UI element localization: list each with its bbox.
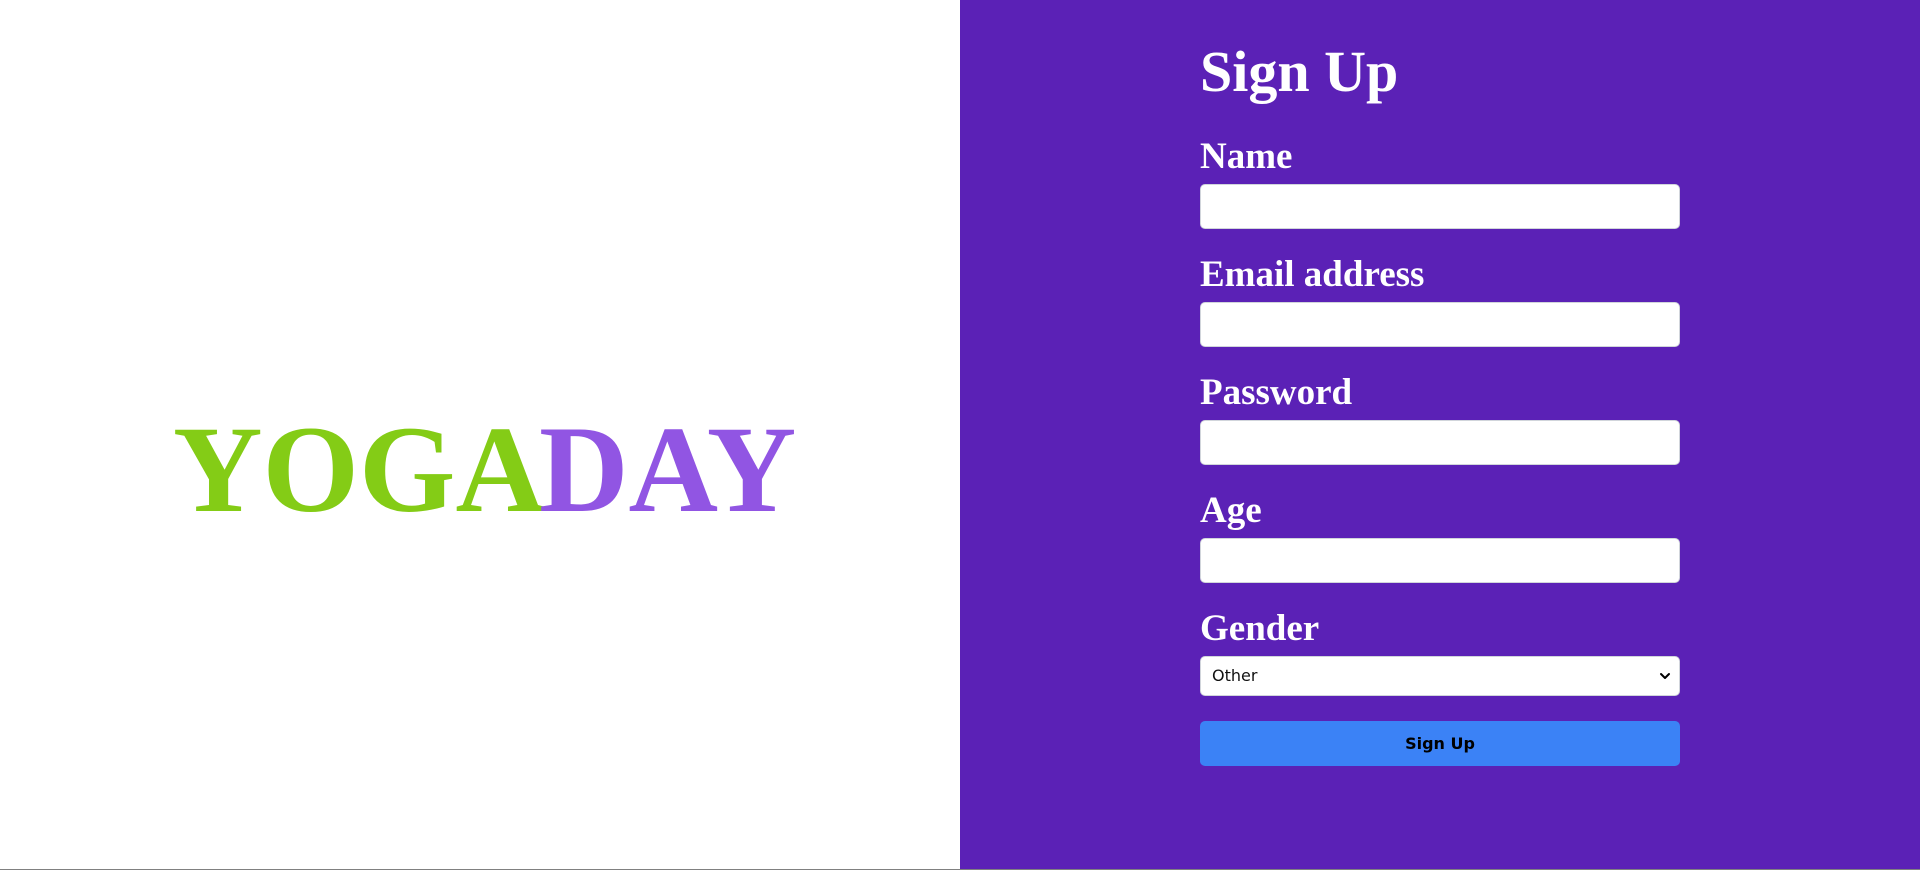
form-title: Sign Up — [1200, 39, 1399, 104]
logo: YOGADAY — [173, 400, 796, 540]
age-label: Age — [1200, 490, 1262, 531]
name-input[interactable] — [1200, 184, 1680, 229]
age-input[interactable] — [1200, 538, 1680, 583]
password-input[interactable] — [1200, 420, 1680, 465]
signup-form: Sign Up Name Email address Password Age … — [1200, 30, 1680, 766]
email-input[interactable] — [1200, 302, 1680, 347]
brand-panel: YOGADAY — [0, 0, 960, 870]
signup-panel: Sign Up Name Email address Password Age … — [960, 0, 1920, 870]
gender-label: Gender — [1200, 608, 1320, 649]
email-label: Email address — [1200, 254, 1425, 295]
sign-up-button[interactable]: Sign Up — [1200, 721, 1680, 766]
name-label: Name — [1200, 136, 1293, 177]
gender-select[interactable]: Other — [1200, 656, 1680, 696]
page: YOGADAY Sign Up Name Email address Passw… — [0, 0, 1920, 870]
logo-word-yoga: YOGA — [173, 401, 545, 538]
chevron-down-icon — [1660, 673, 1670, 679]
gender-selected-value: Other — [1212, 666, 1258, 685]
logo-word-day: DAY — [539, 401, 797, 538]
password-label: Password — [1200, 372, 1353, 413]
